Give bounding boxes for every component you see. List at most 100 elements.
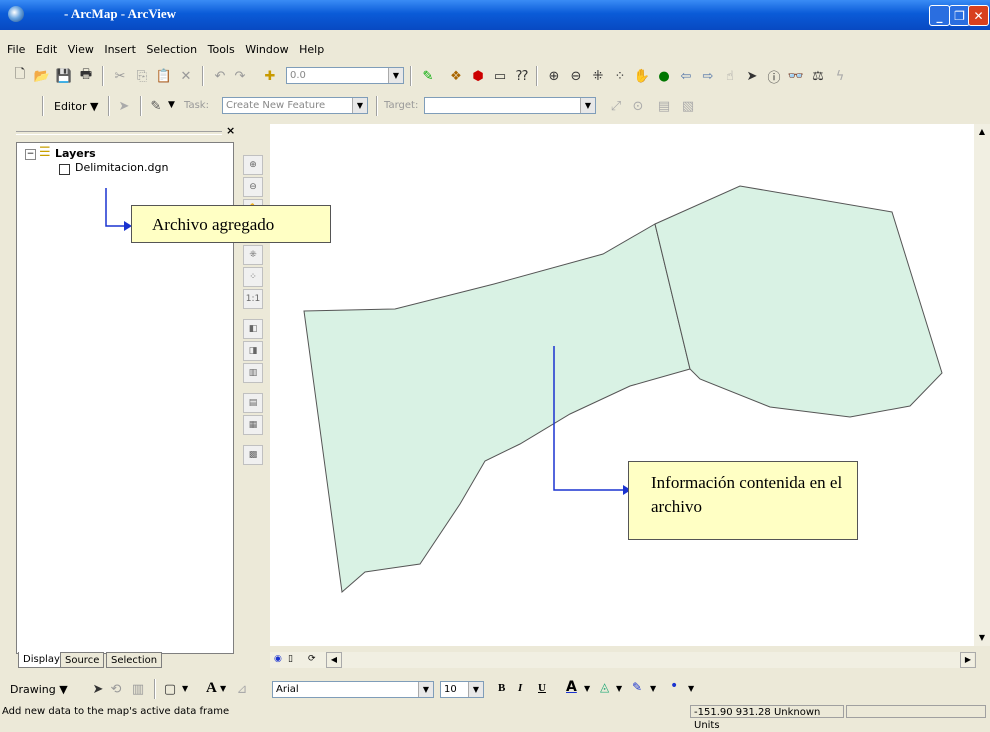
new-text-tool[interactable]: A bbox=[206, 680, 217, 697]
menu-selection[interactable]: Selection bbox=[146, 40, 197, 60]
layer-visibility-checkbox[interactable] bbox=[59, 164, 70, 175]
change-layout-icon[interactable]: ▩ bbox=[243, 445, 263, 465]
pan-icon[interactable]: ✋ bbox=[632, 66, 652, 86]
map-scale-combo[interactable]: 0.0 ▼ bbox=[286, 67, 404, 84]
target-combo[interactable]: ▼ bbox=[424, 97, 596, 114]
attributes-icon[interactable]: ▤ bbox=[654, 96, 674, 116]
rotate-icon[interactable]: ⟲ bbox=[106, 679, 126, 699]
menu-edit[interactable]: Edit bbox=[36, 40, 57, 60]
scroll-left-icon[interactable]: ◀ bbox=[326, 652, 342, 668]
chevron-down-icon[interactable]: ▼ bbox=[182, 684, 188, 693]
drawing-menu[interactable]: Drawing ▼ bbox=[10, 683, 68, 696]
layers-root[interactable]: Layers bbox=[55, 147, 96, 160]
arctoolbox-icon[interactable]: ⬢ bbox=[468, 66, 488, 86]
back-extent-icon[interactable]: ⇦ bbox=[676, 66, 696, 86]
scroll-down-icon[interactable]: ▼ bbox=[974, 630, 990, 646]
save-icon[interactable]: 💾 bbox=[54, 66, 74, 86]
menu-insert[interactable]: Insert bbox=[104, 40, 136, 60]
focus-data-frame-icon[interactable]: ▦ bbox=[243, 415, 263, 435]
zoom-out-icon[interactable]: ⊖ bbox=[566, 66, 586, 86]
redo-icon[interactable]: ↷ bbox=[230, 66, 250, 86]
horizontal-scrollbar[interactable]: ◉ ▯ ⟳ ◀ ▶ bbox=[270, 652, 976, 668]
new-icon[interactable]: 🗋 bbox=[10, 66, 30, 86]
measure-icon[interactable]: ⚖ bbox=[808, 66, 828, 86]
fixed-zoom-in-icon[interactable]: ⁜ bbox=[588, 66, 608, 86]
scroll-right-icon[interactable]: ▶ bbox=[960, 652, 976, 668]
underline-button[interactable]: U bbox=[538, 682, 546, 694]
feature-polygon-east[interactable] bbox=[654, 185, 943, 418]
font-size-combo[interactable]: 10 ▼ bbox=[440, 681, 484, 698]
forward-extent-icon[interactable]: ⇨ bbox=[698, 66, 718, 86]
zoom-control-icon[interactable]: ▥ bbox=[243, 363, 263, 383]
line-color-icon[interactable]: ✎ bbox=[632, 680, 642, 694]
split-tool-icon[interactable]: ⤢ bbox=[606, 96, 626, 116]
chevron-down-icon[interactable]: ▼ bbox=[580, 98, 595, 113]
menu-tools[interactable]: Tools bbox=[208, 40, 235, 60]
scroll-up-icon[interactable]: ▲ bbox=[974, 124, 990, 140]
tab-source[interactable]: Source bbox=[60, 652, 105, 668]
rotate-tool-icon[interactable]: ⊙ bbox=[628, 96, 648, 116]
go-back-icon[interactable]: ◧ bbox=[243, 319, 263, 339]
menu-help[interactable]: Help bbox=[299, 40, 324, 60]
sketch-tool-dropdown[interactable]: ▼ bbox=[168, 100, 175, 110]
vertical-scrollbar[interactable]: ▲ ▼ bbox=[974, 124, 990, 646]
hyperlink-icon[interactable]: ϟ bbox=[830, 66, 850, 86]
chevron-down-icon[interactable]: ▼ bbox=[688, 684, 694, 693]
editor-toolbar-icon[interactable]: ✎ bbox=[418, 66, 438, 86]
task-combo[interactable]: Create New Feature ▼ bbox=[222, 97, 368, 114]
toc-drag-handle[interactable]: × bbox=[16, 124, 238, 140]
minimize-button[interactable]: _ bbox=[929, 5, 950, 26]
go-forward-icon[interactable]: ◨ bbox=[243, 341, 263, 361]
editor-menu[interactable]: Editor ▼ bbox=[54, 100, 99, 113]
close-button[interactable]: ✕ bbox=[968, 5, 989, 26]
chevron-down-icon[interactable]: ▼ bbox=[220, 684, 226, 693]
zoom-selected-icon[interactable]: ▥ bbox=[128, 679, 148, 699]
chevron-down-icon[interactable]: ▼ bbox=[616, 684, 622, 693]
chevron-down-icon[interactable]: ▼ bbox=[650, 684, 656, 693]
close-icon[interactable]: × bbox=[226, 124, 235, 137]
fixed-zoom-out-icon[interactable]: ⁘ bbox=[610, 66, 630, 86]
chevron-down-icon[interactable]: ▼ bbox=[584, 684, 590, 693]
zoom-100-icon[interactable]: 1:1 bbox=[243, 289, 263, 309]
bold-button[interactable]: B bbox=[498, 682, 505, 694]
menu-view[interactable]: View bbox=[68, 40, 94, 60]
menu-file[interactable]: File bbox=[7, 40, 25, 60]
fixed-zoom-out-icon[interactable]: ⁘ bbox=[243, 267, 263, 287]
map-canvas[interactable] bbox=[270, 124, 974, 646]
fill-color-icon[interactable]: ◬ bbox=[600, 680, 609, 694]
paste-icon[interactable]: 📋 bbox=[154, 66, 174, 86]
print-icon[interactable]: 🖶 bbox=[76, 66, 96, 86]
cut-icon[interactable]: ✂ bbox=[110, 66, 130, 86]
tab-selection[interactable]: Selection bbox=[106, 652, 163, 668]
zoom-in-icon[interactable]: ⊕ bbox=[243, 155, 263, 175]
restore-button[interactable]: ❐ bbox=[949, 5, 970, 26]
arccatalog-icon[interactable]: ❖ bbox=[446, 66, 466, 86]
layout-view-icon[interactable]: ▯ bbox=[288, 654, 293, 664]
font-color-icon[interactable]: A bbox=[566, 679, 577, 695]
data-view-icon[interactable]: ◉ bbox=[274, 654, 282, 664]
chevron-down-icon[interactable]: ▼ bbox=[388, 68, 403, 83]
copy-icon[interactable]: ⎘ bbox=[132, 66, 152, 86]
font-name-combo[interactable]: Arial ▼ bbox=[272, 681, 434, 698]
toggle-draft-icon[interactable]: ▤ bbox=[243, 393, 263, 413]
refresh-icon[interactable]: ⟳ bbox=[308, 654, 316, 664]
zoom-out-icon[interactable]: ⊖ bbox=[243, 177, 263, 197]
select-features-icon[interactable]: ☝ bbox=[720, 66, 740, 86]
chevron-down-icon[interactable]: ▼ bbox=[418, 682, 433, 697]
map-view[interactable]: Información contenida en el archivo bbox=[270, 124, 974, 646]
identify-icon[interactable]: ⓘ bbox=[764, 66, 784, 86]
tab-display[interactable]: Display bbox=[18, 652, 65, 668]
edit-vertices-icon[interactable]: ⊿ bbox=[232, 679, 252, 699]
menu-window[interactable]: Window bbox=[245, 40, 288, 60]
add-data-icon[interactable]: ✚ bbox=[260, 66, 280, 86]
italic-button[interactable]: I bbox=[518, 682, 522, 694]
full-extent-icon[interactable]: ● bbox=[654, 66, 674, 86]
layer-item[interactable]: Delimitacion.dgn bbox=[75, 161, 168, 174]
chevron-down-icon[interactable]: ▼ bbox=[468, 682, 483, 697]
delete-icon[interactable]: ✕ bbox=[176, 66, 196, 86]
whats-this-icon[interactable]: ⁇ bbox=[512, 66, 532, 86]
edit-tool-icon[interactable]: ➤ bbox=[114, 96, 134, 116]
rectangle-icon[interactable]: ▢ bbox=[160, 679, 180, 699]
sketch-tool-icon[interactable]: ✎ bbox=[146, 96, 166, 116]
undo-icon[interactable]: ↶ bbox=[210, 66, 230, 86]
